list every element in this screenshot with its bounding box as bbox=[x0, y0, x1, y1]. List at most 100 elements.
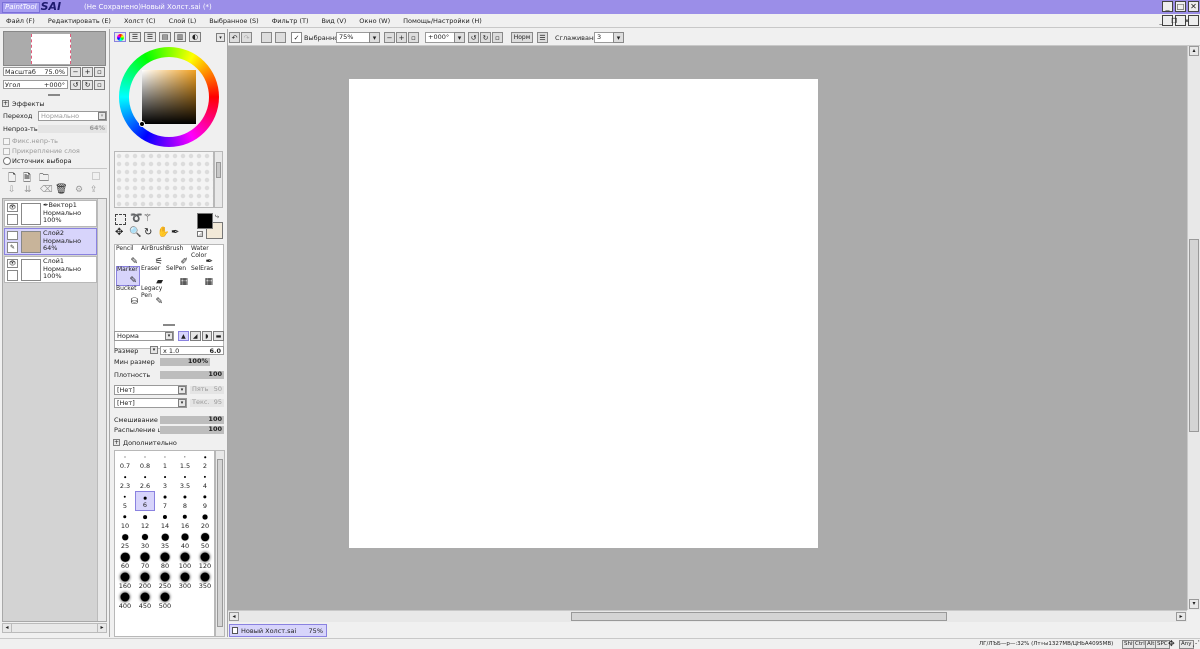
tool-seleras[interactable]: SelEras ▦ bbox=[191, 265, 215, 286]
brush-size-preset[interactable]: 200 bbox=[135, 571, 155, 591]
hand-icon[interactable]: ✋ bbox=[157, 227, 169, 238]
rotate-right-icon[interactable]: ↻ bbox=[480, 32, 491, 43]
flip-mode-button[interactable]: Норм bbox=[511, 32, 533, 43]
angle-dropdown-icon[interactable]: ▾ bbox=[454, 32, 465, 43]
brush-size-preset[interactable]: 50 bbox=[195, 531, 215, 551]
brush-size-preset[interactable]: 350 bbox=[195, 571, 215, 591]
scroll-up-icon[interactable]: ▴ bbox=[1189, 46, 1199, 56]
effects-header[interactable]: + Эффекты bbox=[2, 99, 106, 109]
scrollbar-thumb[interactable] bbox=[1189, 239, 1199, 432]
color-wheel-tab[interactable] bbox=[114, 32, 126, 42]
advanced-header[interactable]: + Дополнительно bbox=[113, 438, 213, 448]
stabilizer-dropdown-icon[interactable]: ▾ bbox=[613, 32, 624, 43]
menu-filter[interactable]: Фильтр (T) bbox=[272, 17, 309, 25]
redo-icon[interactable]: ↷ bbox=[241, 32, 252, 43]
panel-splitter[interactable] bbox=[163, 324, 175, 326]
brush-size-preset[interactable]: 3 bbox=[155, 471, 175, 491]
lock-icon[interactable] bbox=[7, 270, 18, 281]
clear-layer-icon[interactable]: ⌫ bbox=[40, 185, 53, 195]
canvas-vscrollbar[interactable]: ▴ ▾ bbox=[1187, 46, 1200, 610]
brush-size-preset[interactable]: 70 bbox=[135, 551, 155, 571]
transparent-color-icon[interactable] bbox=[197, 231, 203, 237]
shape-strength-slider[interactable]: Пять 50 bbox=[190, 386, 224, 394]
tool-selpen[interactable]: SelPen ▦ bbox=[166, 265, 190, 286]
document-tab[interactable]: Новый Холст.sai 75% bbox=[229, 624, 327, 637]
scroll-left-icon[interactable]: ◂ bbox=[3, 624, 12, 632]
invert-selection-icon[interactable] bbox=[275, 32, 286, 43]
layer-row[interactable]: 👁 ✒Вектор1 Нормально 100% bbox=[4, 200, 97, 227]
tool-legacy-pen[interactable]: Legacy Pen ✎ bbox=[141, 285, 165, 306]
close-button[interactable]: ✕ bbox=[1188, 1, 1199, 12]
rotate-icon[interactable]: ↻ bbox=[144, 227, 152, 238]
zoom-out-button[interactable]: − bbox=[70, 67, 81, 77]
tool-bucket[interactable]: Bucket ⛁ bbox=[116, 285, 140, 306]
brush-size-preset[interactable]: 0.7 bbox=[115, 451, 135, 471]
panel-menu-button[interactable]: ▾ bbox=[216, 33, 225, 42]
pen-lock-icon[interactable]: ✎ bbox=[7, 242, 18, 253]
min-size-slider[interactable]: 100% bbox=[160, 358, 210, 366]
swap-colors-icon[interactable]: ⤷ bbox=[215, 212, 219, 221]
menu-selection[interactable]: Выбранное (S) bbox=[209, 17, 258, 25]
brush-size-preset[interactable]: 10 bbox=[115, 511, 135, 531]
zoom-slider[interactable]: Масштаб 75.0% bbox=[3, 67, 68, 76]
tool-watercolor[interactable]: Water Color ✒ bbox=[191, 245, 215, 266]
brush-size-preset[interactable]: 1.5 bbox=[175, 451, 195, 471]
edge-soft-icon[interactable]: ◗ bbox=[201, 331, 213, 341]
brush-size-preset[interactable]: 5 bbox=[115, 491, 135, 511]
zoom-dropdown-icon[interactable]: ▾ bbox=[369, 32, 380, 43]
brush-size-preset[interactable]: 8 bbox=[175, 491, 195, 511]
transfer-down-icon[interactable]: ⇩ bbox=[8, 185, 16, 195]
color-picker-cursor[interactable] bbox=[139, 121, 145, 127]
layer-row[interactable]: 👁 Слой1 Нормально 100% bbox=[4, 256, 97, 283]
menu-window[interactable]: Окно (W) bbox=[359, 17, 390, 25]
brush-size-preset[interactable]: 6 bbox=[135, 491, 155, 511]
size-multiplier-icon[interactable]: ▾ bbox=[150, 346, 158, 354]
opacity-slider[interactable]: 64% bbox=[38, 125, 107, 133]
brush-size-preset[interactable]: 400 bbox=[115, 591, 135, 611]
hue-wheel[interactable] bbox=[119, 47, 219, 147]
layer-export-icon[interactable]: ⇪ bbox=[90, 185, 98, 195]
zoom-icon[interactable]: 🔍 bbox=[129, 227, 141, 238]
brush-size-preset[interactable]: 35 bbox=[155, 531, 175, 551]
brush-size-preset[interactable]: 250 bbox=[155, 571, 175, 591]
rect-select-icon[interactable] bbox=[115, 214, 126, 225]
lasso-icon[interactable]: ➰ bbox=[130, 213, 142, 224]
brush-size-preset[interactable]: 160 bbox=[115, 571, 135, 591]
brush-size-preset[interactable]: 14 bbox=[155, 511, 175, 531]
brush-size-preset[interactable]: 1 bbox=[155, 451, 175, 471]
brush-size-preset[interactable]: 7 bbox=[155, 491, 175, 511]
brush-presets-scrollbar[interactable] bbox=[215, 450, 225, 637]
magic-wand-icon[interactable]: ⚚ bbox=[143, 213, 152, 224]
scroll-down-icon[interactable]: ▾ bbox=[1189, 599, 1199, 609]
canvas-paper[interactable] bbox=[349, 79, 818, 548]
menu-edit[interactable]: Редактировать (E) bbox=[48, 17, 111, 25]
brush-size-preset[interactable]: 300 bbox=[175, 571, 195, 591]
brush-size-preset[interactable]: 25 bbox=[115, 531, 135, 551]
trash-icon[interactable]: 🗑 bbox=[55, 184, 68, 195]
edge-medium-icon[interactable]: ◢ bbox=[189, 331, 201, 341]
tool-airbrush[interactable]: AirBrush ⚟ bbox=[141, 245, 167, 266]
scrollbar-thumb[interactable] bbox=[571, 612, 947, 621]
brush-size-preset[interactable]: 2.6 bbox=[135, 471, 155, 491]
selection-source-checkbox[interactable]: Источник выбора bbox=[3, 157, 107, 166]
brush-size-preset[interactable]: 12 bbox=[135, 511, 155, 531]
tool-pencil[interactable]: Pencil ✎ bbox=[116, 245, 140, 266]
brush-size-preset[interactable]: 450 bbox=[135, 591, 155, 611]
rotate-left-button[interactable]: ↺ bbox=[70, 80, 81, 90]
angle-slider[interactable]: Угол +000° bbox=[3, 80, 68, 89]
undo-icon[interactable]: ↶ bbox=[229, 32, 240, 43]
brush-texture-select[interactable]: [Нет] ▾ bbox=[114, 398, 187, 408]
brush-size-preset[interactable]: 16 bbox=[175, 511, 195, 531]
tool-brush[interactable]: Brush ✐ bbox=[166, 245, 190, 266]
scrollbar-thumb[interactable] bbox=[216, 162, 221, 178]
layer-row-selected[interactable]: ✎ Слой2 Нормально 64% bbox=[4, 228, 97, 255]
brush-size-preset[interactable]: 500 bbox=[155, 591, 175, 611]
menu-help[interactable]: Помощь/Настройки (H) bbox=[403, 17, 482, 25]
brush-size-preset[interactable]: 3.5 bbox=[175, 471, 195, 491]
size-slider[interactable]: x 1.0 6.0 bbox=[160, 346, 224, 355]
menu-canvas[interactable]: Холст (C) bbox=[124, 17, 156, 25]
brush-size-preset[interactable]: 100 bbox=[175, 551, 195, 571]
merge-down-icon[interactable]: ⇊ bbox=[24, 185, 32, 195]
brush-size-preset[interactable]: 80 bbox=[155, 551, 175, 571]
scroll-right-icon[interactable]: ▸ bbox=[97, 624, 106, 632]
